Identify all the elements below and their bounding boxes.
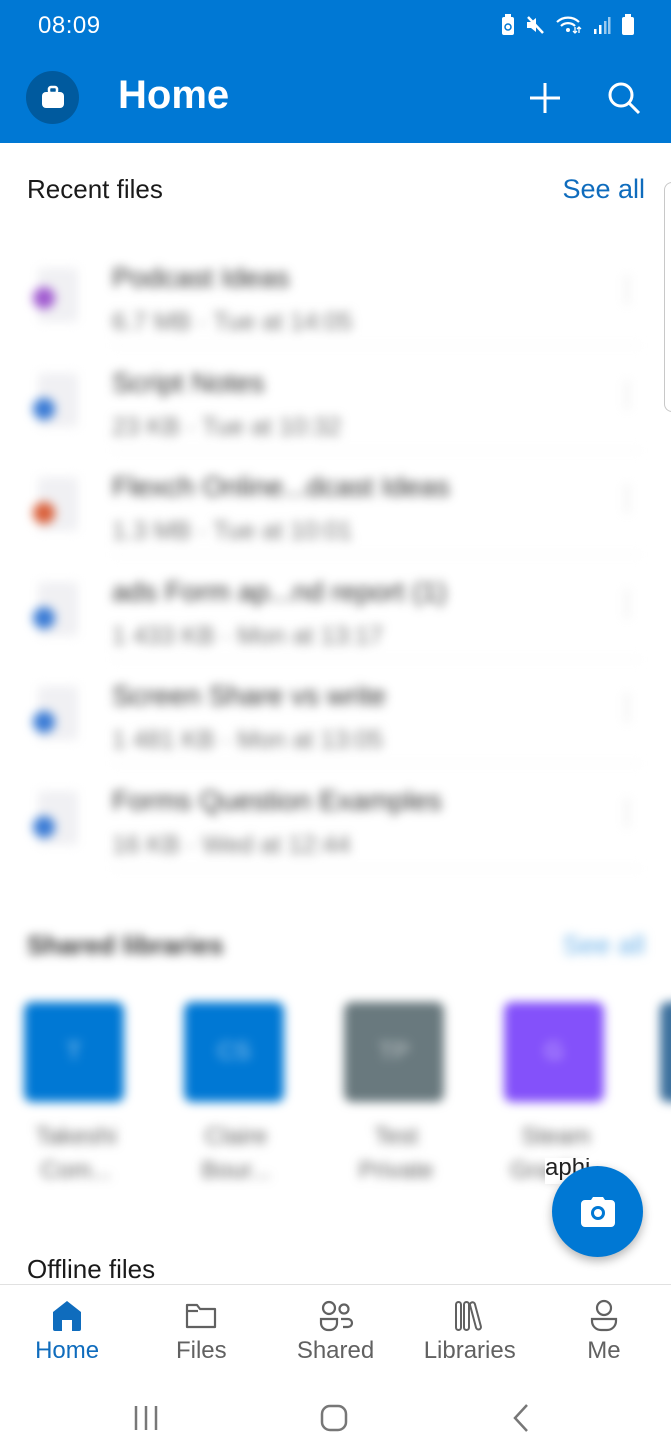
recent-file-row[interactable]: Screen Share vs write 1 481 KB · Mon at 1… [0, 660, 671, 764]
person-icon [590, 1299, 618, 1332]
file-meta: 1.3 MB · Tue at 10:01 [112, 517, 353, 545]
recent-file-row[interactable]: Script Notes 23 KB · Tue at 10:32 ⋮ [0, 347, 671, 451]
battery-saver-icon [501, 14, 515, 41]
system-navigation-bar [0, 1378, 671, 1454]
add-button[interactable] [525, 78, 565, 118]
nav-libraries-label: Libraries [423, 1337, 516, 1364]
recent-file-row[interactable]: ads Form ap...nd report (1) 1 433 KB · Mo… [0, 556, 671, 660]
folder-icon [186, 1303, 217, 1329]
file-meta: 1 481 KB · Mon at 13:05 [112, 726, 384, 754]
file-type-icon [24, 264, 84, 326]
bottom-navigation: Home Files Shared Libraries Me [0, 1284, 671, 1378]
nav-home-label: Home [35, 1337, 100, 1364]
file-name: Forms Question Examples [112, 784, 442, 816]
home-system-icon [320, 1404, 348, 1432]
recent-file-row[interactable]: Podcast Ideas 6.7 MB · Tue at 14:05 ⋮ [0, 242, 671, 346]
library-name-line2: Com... [40, 1157, 112, 1184]
people-icon [319, 1300, 353, 1332]
file-type-icon [24, 682, 84, 744]
shared-libraries-heading: Shared libraries [27, 930, 224, 960]
library-avatar: T [24, 1002, 124, 1102]
account-button[interactable] [26, 71, 79, 124]
library-avatar: CS [184, 1002, 284, 1102]
shared-library-tile[interactable]: T Takeshi Com... [24, 1002, 128, 1188]
nav-home[interactable]: Home [0, 1285, 134, 1378]
row-divider [112, 867, 641, 869]
file-name: Screen Share vs write [112, 680, 386, 711]
library-name-line2: Bour... [201, 1157, 271, 1184]
library-name-line1: Test [373, 1123, 418, 1150]
library-name: Takeshi Com... [24, 1120, 128, 1188]
more-options-icon[interactable]: ⋮ [612, 795, 642, 835]
library-avatar: G [504, 1002, 604, 1102]
file-meta: 16 KB · Wed at 12:44 [112, 830, 351, 859]
file-name: Script Notes [112, 366, 265, 398]
library-name: Test Private [344, 1120, 448, 1188]
offline-files-heading: Offline files [27, 1254, 156, 1284]
mute-icon [525, 15, 545, 40]
app-bar: 08:09 Home [0, 0, 671, 143]
search-icon [608, 82, 641, 115]
library-name: Claire Bour... [184, 1120, 288, 1188]
search-button[interactable] [604, 78, 644, 118]
more-options-icon[interactable]: ⋮ [612, 272, 642, 312]
shared-libraries-see-all-link[interactable]: See all [562, 930, 645, 961]
page-title: Home [118, 73, 230, 117]
file-type-icon [24, 578, 84, 640]
library-name-line1: Claire [204, 1123, 268, 1150]
camera-icon [581, 1197, 615, 1227]
file-type-icon [24, 369, 84, 431]
signal-icon [593, 15, 611, 40]
library-name-line1: Steam [521, 1123, 591, 1150]
back-button[interactable] [502, 1400, 542, 1436]
shared-library-tile[interactable]: CS Claire Bour... [184, 1002, 288, 1188]
file-meta: 6.7 MB · Tue at 14:05 [112, 308, 353, 336]
wifi-icon [555, 15, 583, 40]
file-meta: 1 433 KB · Mon at 13:17 [112, 621, 384, 650]
status-time: 08:09 [38, 12, 101, 39]
nav-libraries[interactable]: Libraries [403, 1285, 537, 1378]
file-type-icon [24, 787, 84, 849]
nav-shared[interactable]: Shared [268, 1285, 402, 1378]
add-icon [530, 83, 560, 113]
nav-shared-label: Shared [296, 1337, 375, 1364]
more-options-icon[interactable]: ⋮ [612, 377, 642, 417]
shared-library-tile[interactable]: TP Test Private [344, 1002, 448, 1188]
battery-icon [621, 14, 635, 41]
back-icon [513, 1404, 528, 1432]
camera-scan-button[interactable] [552, 1166, 643, 1257]
recents-icon [134, 1406, 158, 1430]
recent-files-heading: Recent files [27, 174, 163, 204]
file-meta: 23 KB · Tue at 10:32 [112, 412, 342, 441]
more-options-icon[interactable]: ⋮ [612, 586, 642, 626]
library-peek [660, 1002, 671, 1102]
file-type-icon [24, 473, 84, 535]
status-bar: 08:09 [0, 0, 671, 52]
more-options-icon[interactable]: ⋮ [612, 690, 642, 730]
library-name-line1: Takeshi [35, 1123, 117, 1150]
home-system-button[interactable] [314, 1400, 354, 1436]
status-icons [501, 14, 635, 41]
more-options-icon[interactable]: ⋮ [612, 481, 642, 521]
file-name: Flexch Online...dcast Ideas [112, 471, 450, 502]
nav-me-label: Me [587, 1337, 621, 1364]
recent-file-row[interactable]: Flexch Online...dcast Ideas 1.3 MB · Tue … [0, 451, 671, 555]
file-name: Podcast Ideas [112, 262, 290, 293]
nav-files[interactable]: Files [134, 1285, 268, 1378]
recent-files-see-all-link[interactable]: See all [562, 174, 645, 205]
briefcase-icon [42, 85, 64, 108]
library-avatar: TP [344, 1002, 444, 1102]
home-icon [53, 1301, 82, 1331]
file-name: ads Form ap...nd report (1) [112, 575, 447, 607]
recent-file-row[interactable]: Forms Question Examples 16 KB · Wed at 12… [0, 765, 671, 869]
nav-me[interactable]: Me [537, 1285, 671, 1378]
recents-button[interactable] [126, 1400, 166, 1436]
library-icon [454, 1301, 482, 1331]
nav-files-label: Files [175, 1337, 227, 1364]
library-name-line2: Private [358, 1157, 434, 1184]
